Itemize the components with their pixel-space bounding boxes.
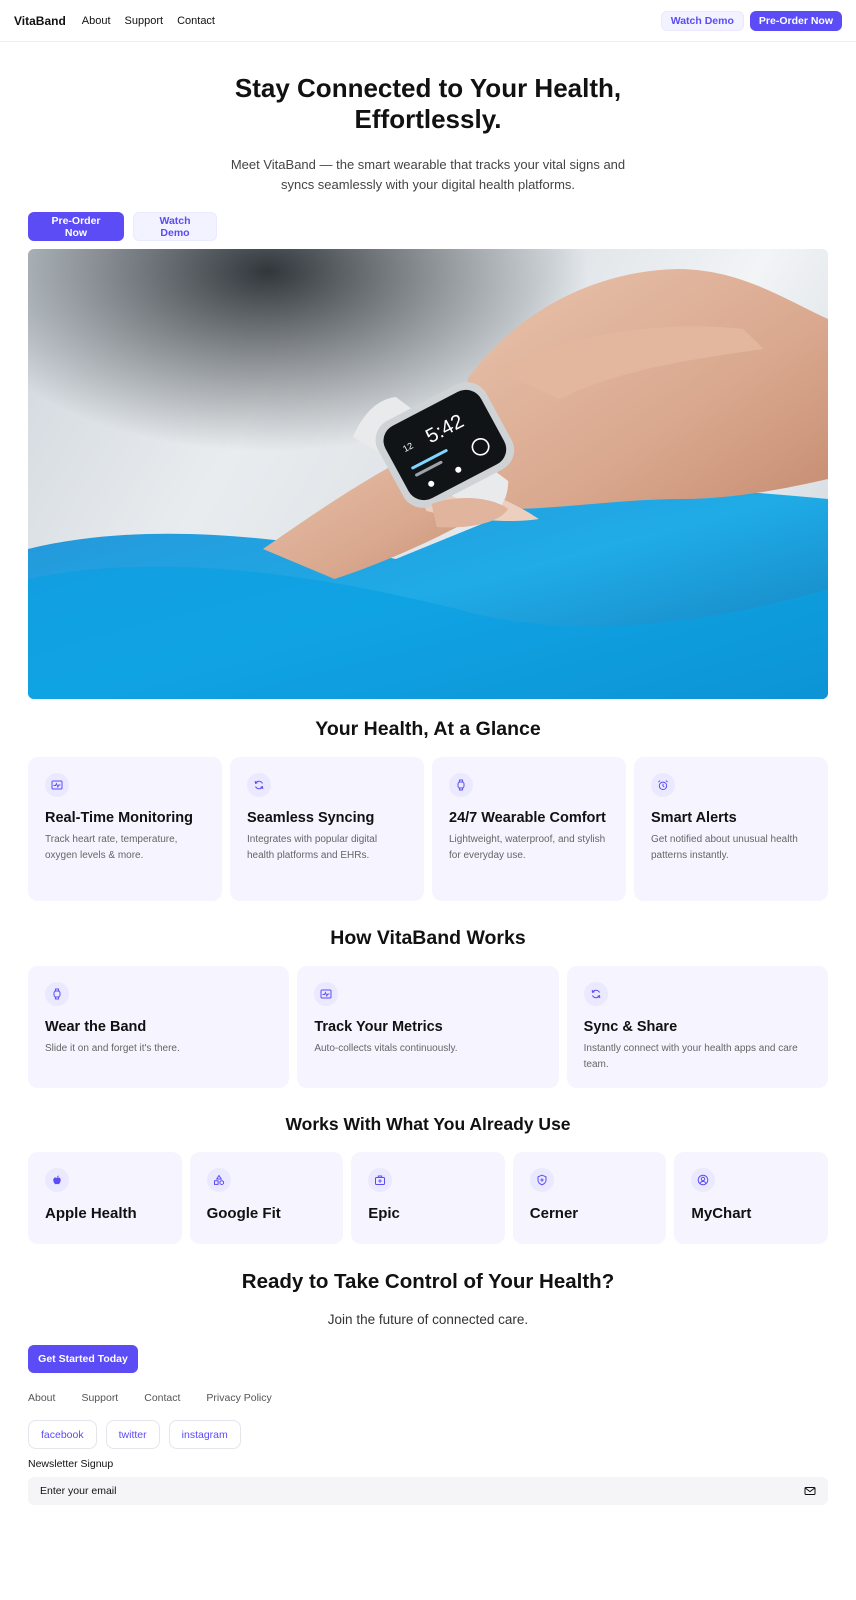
nav-link-about[interactable]: About <box>82 15 111 27</box>
nav-watch-demo-button[interactable]: Watch Demo <box>660 10 744 31</box>
integration-card-google-fit[interactable]: Google Fit <box>189 1152 344 1244</box>
email-input[interactable] <box>40 1485 804 1497</box>
cta-subtitle: Join the future of connected care. <box>327 1312 529 1327</box>
integration-card-mychart[interactable]: MyChart <box>674 1152 828 1244</box>
footer-link-support[interactable]: Support <box>81 1392 118 1404</box>
feature-card-title: Smart Alerts <box>651 810 737 826</box>
step-card-title: Wear the Band <box>45 1019 147 1035</box>
hero-section: Stay Connected to Your Health, Effortles… <box>0 42 856 195</box>
hero-pre-order-button[interactable]: Pre-Order Now <box>28 212 124 241</box>
feature-card-text: Track heart rate, temperature, oxygen le… <box>45 834 178 861</box>
shapes-icon <box>206 1168 231 1192</box>
newsletter-label: Newsletter Signup <box>28 1458 114 1470</box>
feature-card-text: Get notified about unusual health patter… <box>651 834 798 861</box>
sync-icon <box>583 982 608 1006</box>
step-card-title: Track Your Metrics <box>314 1019 443 1035</box>
hero-actions: Pre-Order Now Watch Demo <box>0 195 856 241</box>
newsletter-field <box>28 1477 828 1505</box>
integration-card-apple-health[interactable]: Apple Health <box>28 1152 182 1244</box>
social-instagram-link[interactable]: instagram <box>168 1420 241 1449</box>
step-card-text: Slide it on and forget it's there. <box>45 1043 180 1054</box>
footer: About Support Contact Privacy Policy fac… <box>0 1373 856 1505</box>
nav-link-contact[interactable]: Contact <box>177 15 215 27</box>
integration-name: Google Fit <box>206 1205 281 1222</box>
glance-cards: Real-Time Monitoring Track heart rate, t… <box>0 757 856 901</box>
social-links: facebook twitter instagram <box>0 1404 856 1449</box>
activity-icon <box>45 773 69 797</box>
integrations-cards: Apple Health Google Fit Epic Cerner MyCh… <box>0 1152 856 1244</box>
brand-logo[interactable]: VitaBand <box>14 14 66 28</box>
social-facebook-link[interactable]: facebook <box>28 1420 97 1449</box>
footer-link-contact[interactable]: Contact <box>144 1392 180 1404</box>
step-card-text: Instantly connect with your health apps … <box>583 1043 798 1070</box>
feature-card-monitoring: Real-Time Monitoring Track heart rate, t… <box>28 757 222 901</box>
user-circle-icon <box>691 1168 716 1192</box>
integration-name: Epic <box>368 1205 400 1222</box>
feature-card-title: Real-Time Monitoring <box>45 810 193 826</box>
integration-name: MyChart <box>691 1205 752 1222</box>
feature-card-title: Seamless Syncing <box>247 810 375 826</box>
get-started-button[interactable]: Get Started Today <box>28 1345 138 1373</box>
hero-title: Stay Connected to Your Health, Effortles… <box>234 73 622 134</box>
integration-name: Apple Health <box>45 1205 137 1222</box>
hero-subtitle: Meet VitaBand — the smart wearable that … <box>230 157 626 192</box>
footer-link-privacy[interactable]: Privacy Policy <box>206 1392 271 1404</box>
feature-card-text: Lightweight, waterproof, and stylish for… <box>449 834 606 861</box>
feature-card-alerts: Smart Alerts Get notified about unusual … <box>634 757 828 901</box>
alarm-icon <box>651 773 675 797</box>
feature-card-text: Integrates with popular digital health p… <box>247 834 378 861</box>
watch-icon <box>45 982 69 1006</box>
integration-card-cerner[interactable]: Cerner <box>512 1152 667 1244</box>
mail-icon[interactable] <box>804 1485 816 1497</box>
step-card-title: Sync & Share <box>583 1019 678 1035</box>
how-section-title: How VitaBand Works <box>330 927 526 949</box>
top-nav: VitaBand About Support Contact Watch Dem… <box>0 0 856 42</box>
step-card-track: Track Your Metrics Auto-collects vitals … <box>297 966 559 1088</box>
integration-card-epic[interactable]: Epic <box>351 1152 505 1244</box>
how-cards: Wear the Band Slide it on and forget it'… <box>0 966 856 1088</box>
glance-section-title: Your Health, At a Glance <box>315 718 541 740</box>
nav-link-support[interactable]: Support <box>125 15 164 27</box>
sync-icon <box>247 773 271 797</box>
cta-title: Ready to Take Control of Your Health? <box>241 1270 615 1293</box>
hero-watch-demo-button[interactable]: Watch Demo <box>133 212 217 241</box>
apple-icon <box>45 1168 69 1192</box>
smartwatch-photo-illustration: 12 5:42 <box>28 249 828 699</box>
step-card-text: Auto-collects vitals continuously. <box>314 1043 458 1054</box>
step-card-sync: Sync & Share Instantly connect with your… <box>566 966 828 1088</box>
cta-actions: Get Started Today <box>0 1327 856 1373</box>
medical-bag-icon <box>368 1168 393 1192</box>
feature-card-title: 24/7 Wearable Comfort <box>449 810 606 826</box>
feature-card-syncing: Seamless Syncing Integrates with popular… <box>230 757 424 901</box>
integrations-section-title: Works With What You Already Use <box>285 1114 571 1134</box>
shield-plus-icon <box>529 1168 554 1192</box>
watch-icon <box>449 773 473 797</box>
integration-name: Cerner <box>529 1205 579 1222</box>
activity-icon <box>314 982 339 1006</box>
footer-links: About Support Contact Privacy Policy <box>0 1373 856 1404</box>
hero-image: 12 5:42 <box>28 249 828 699</box>
nav-pre-order-button[interactable]: Pre-Order Now <box>749 10 842 31</box>
feature-card-comfort: 24/7 Wearable Comfort Lightweight, water… <box>432 757 626 901</box>
social-twitter-link[interactable]: twitter <box>105 1420 160 1449</box>
step-card-wear: Wear the Band Slide it on and forget it'… <box>28 966 290 1088</box>
footer-link-about[interactable]: About <box>28 1392 55 1404</box>
